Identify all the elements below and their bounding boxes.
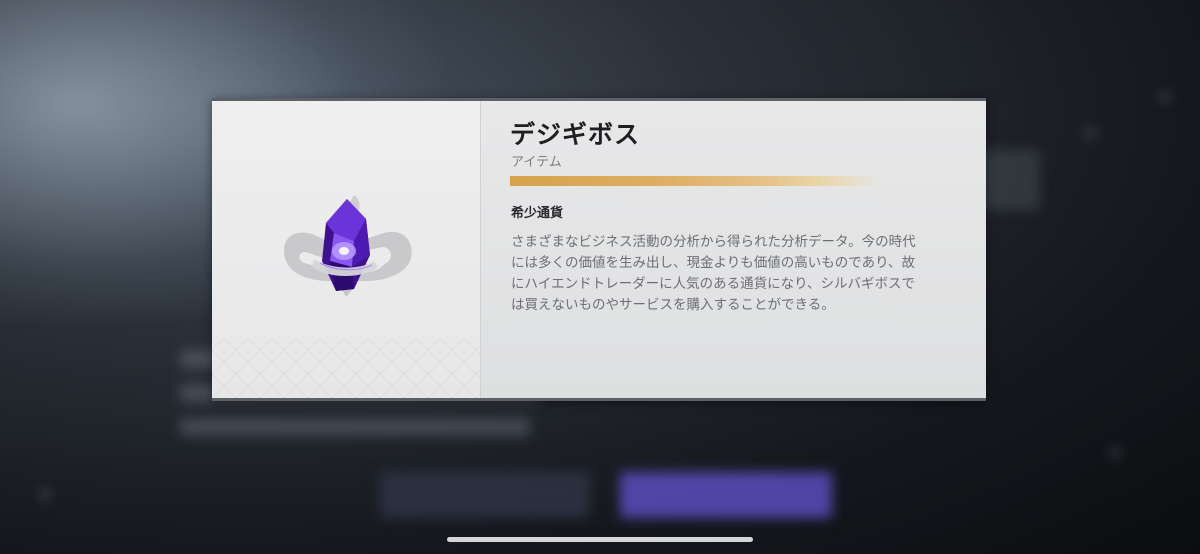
background-dot [1085, 128, 1095, 138]
background-dot [1160, 92, 1170, 102]
item-type: アイテム [511, 155, 562, 170]
item-category: 希少通貨 [511, 206, 564, 221]
home-indicator[interactable] [447, 537, 753, 542]
item-detail-modal[interactable]: デジギボス アイテム 希少通貨 さまざまなビジネス活動の分析から得られた分析デー… [212, 98, 986, 401]
item-name: デジギボス [510, 120, 641, 149]
background-dot [40, 490, 50, 500]
rarity-bar-fill [510, 176, 778, 186]
item-info-panel: デジギボス アイテム 希少通貨 さまざまなビジネス活動の分析から得られた分析デー… [480, 101, 986, 398]
background-row [180, 418, 530, 436]
game-screen: デジギボス アイテム 希少通貨 さまざまなビジネス活動の分析から得られた分析デー… [0, 0, 1200, 554]
background-buy-button [620, 472, 832, 518]
diamond-pattern [212, 338, 480, 398]
item-image-panel [212, 101, 480, 398]
item-description: さまざまなビジネス活動の分析から得られた分析データ。今の時代 には多くの価値を生… [511, 234, 916, 313]
purple-crystal-icon [284, 195, 412, 297]
background-dot [1110, 448, 1120, 458]
rarity-bar [510, 176, 882, 186]
background-cancel-button [380, 472, 590, 518]
